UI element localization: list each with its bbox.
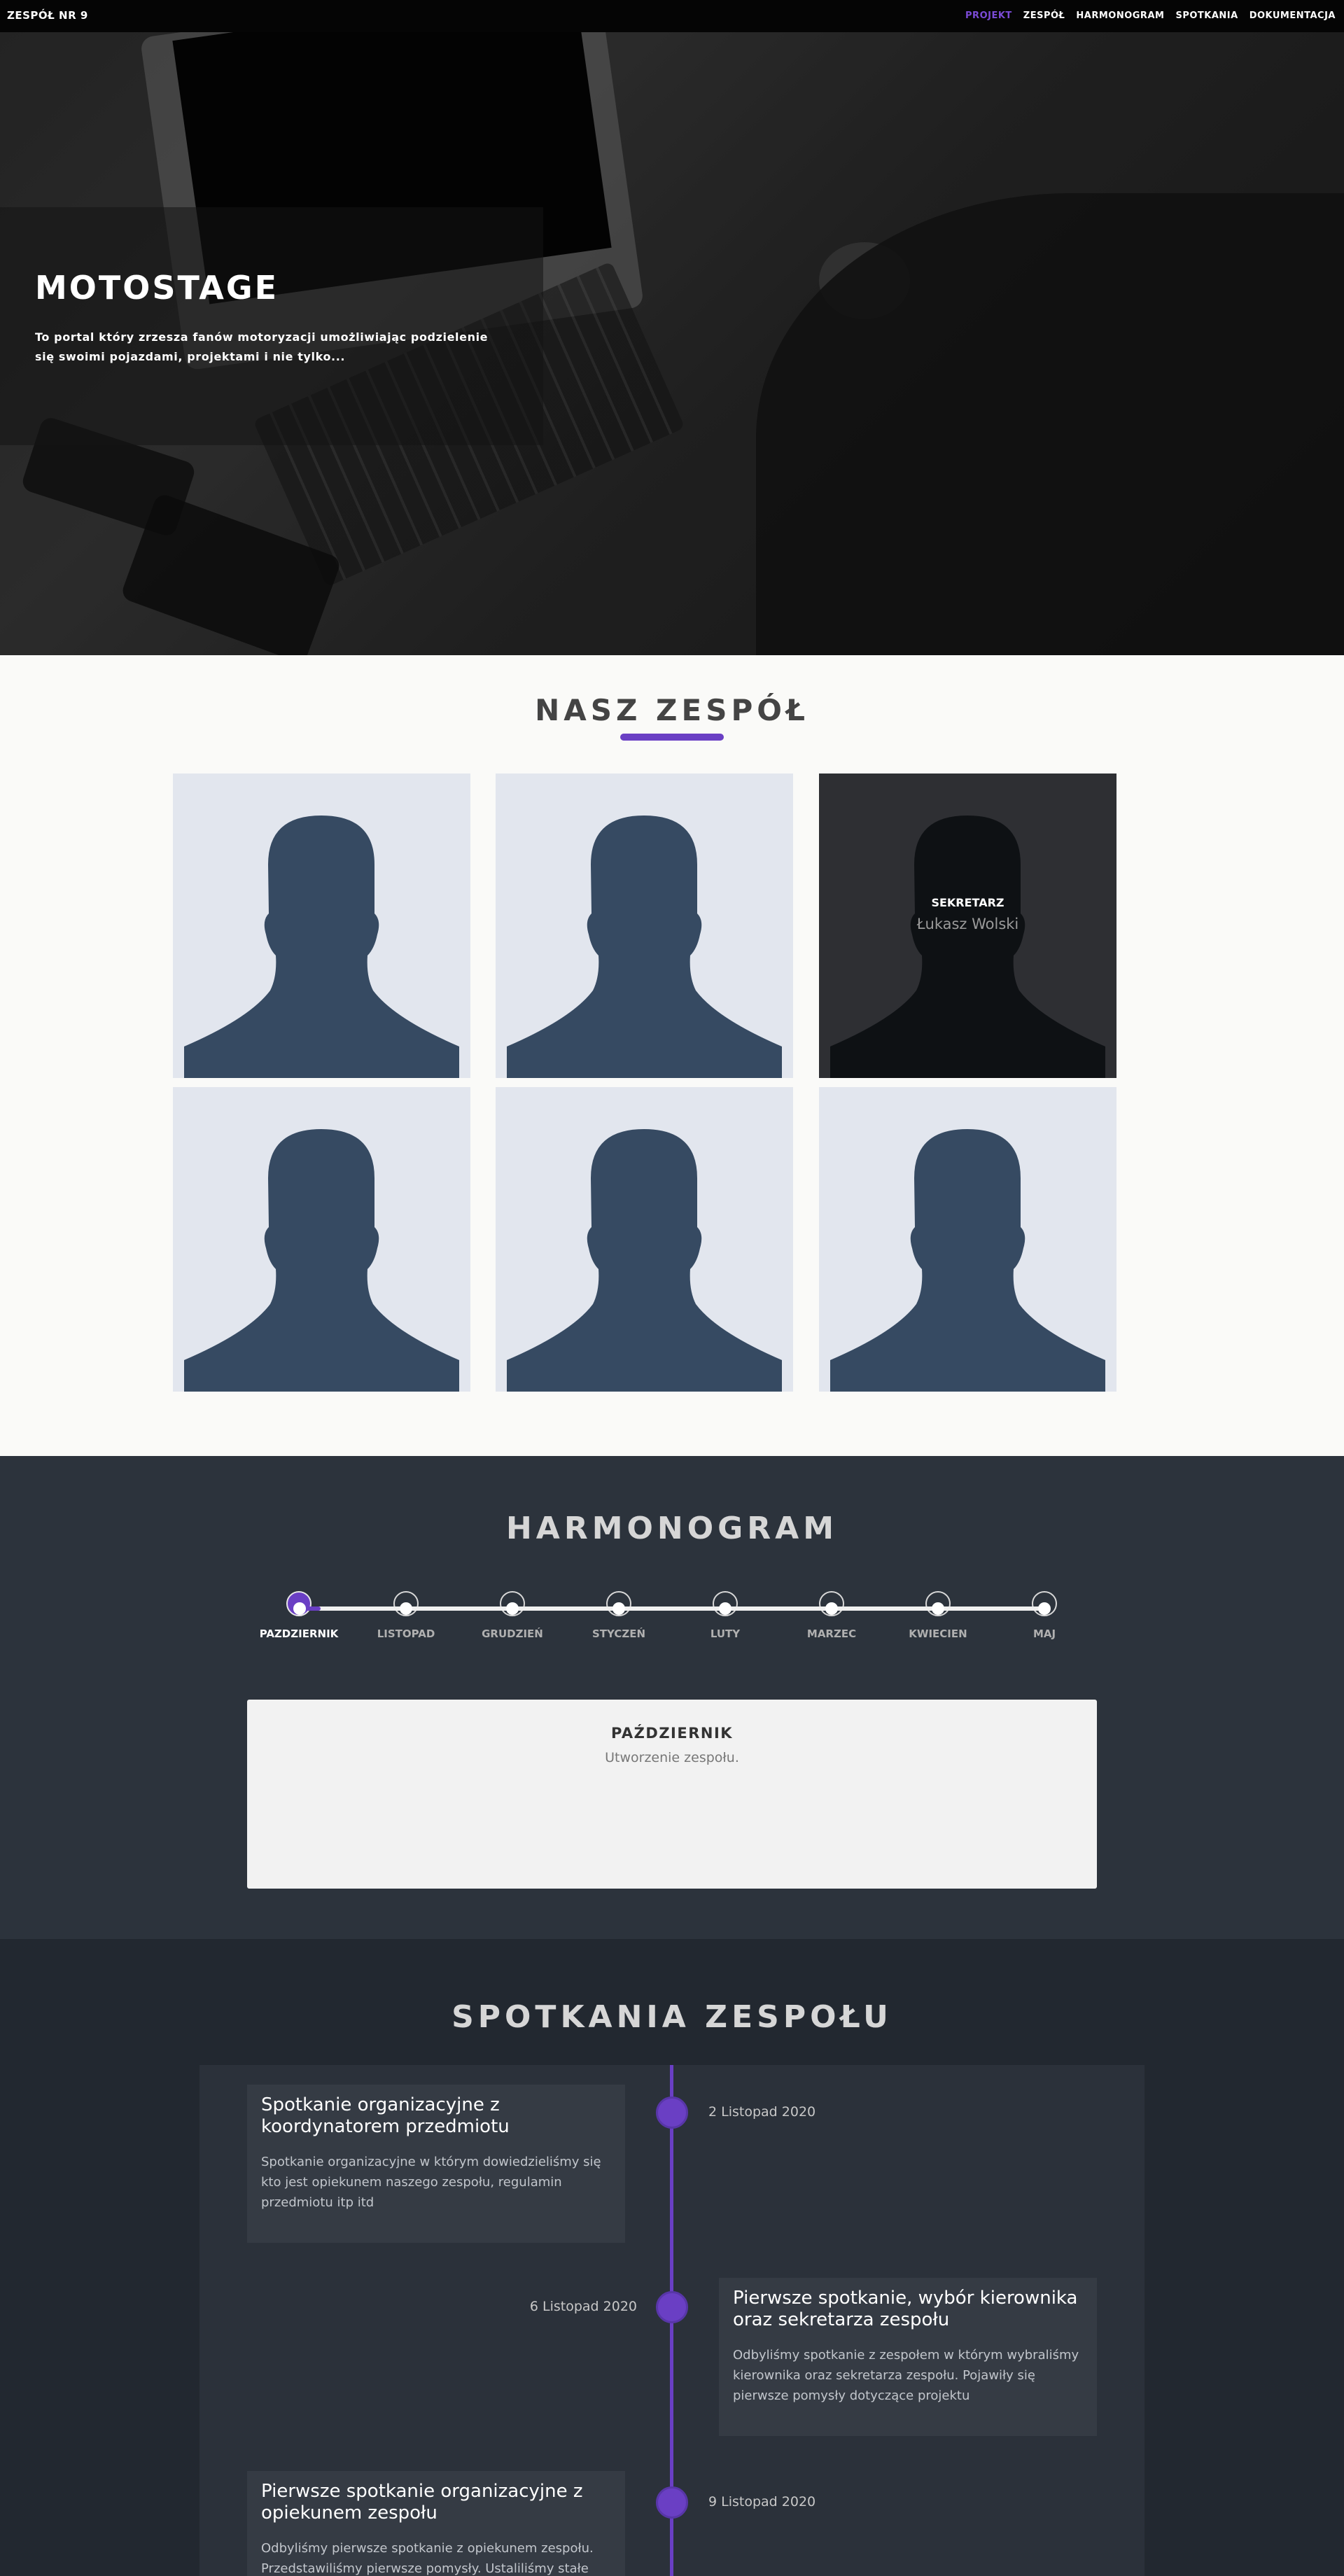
- top-navbar: ZESPÓŁ NR 9 PROJEKT ZESPÓŁ HARMONOGRAM S…: [0, 0, 1344, 32]
- meeting-title: Pierwsze spotkanie, wybór kierownika ora…: [733, 2288, 1078, 2330]
- meeting-date: 2 Listopad 2020: [708, 2104, 816, 2120]
- month-tab[interactable]: PAZDZIERNIK: [243, 1591, 355, 1640]
- nav-item-projekt[interactable]: PROJEKT: [965, 10, 1012, 21]
- month-label: KWIECIEN: [909, 1628, 967, 1640]
- nav-item-harmonogram[interactable]: HARMONOGRAM: [1076, 10, 1164, 21]
- hero-subtitle: To portal który zrzesza fanów motoryzacj…: [35, 330, 489, 363]
- nav-item-spotkania[interactable]: SPOTKANIA: [1175, 10, 1238, 21]
- month-detail-panel: PAŹDZIERNIK Utworzenie zespołu.: [247, 1700, 1097, 1889]
- person-silhouette-icon: [184, 1129, 459, 1392]
- timeline-dot[interactable]: [719, 1602, 732, 1615]
- timeline-dot[interactable]: [506, 1602, 519, 1615]
- team-member-card[interactable]: [496, 774, 793, 1078]
- member-name: Łukasz Wolski: [916, 916, 1019, 932]
- meeting-title: Spotkanie organizacyjne z koordynatorem …: [261, 2094, 510, 2137]
- meeting-text: Spotkanie organizacyjne w którym dowiedz…: [261, 2155, 601, 2210]
- meeting-card: Spotkanie organizacyjne z koordynatorem …: [247, 2085, 625, 2243]
- panel-text: Utworzenie zespołu.: [605, 1750, 739, 1765]
- person-silhouette-icon: [507, 816, 782, 1078]
- month-tab[interactable]: LISTOPAD: [350, 1591, 462, 1640]
- panel-title: PAŹDZIERNIK: [610, 1725, 734, 1742]
- meeting-date: 9 Listopad 2020: [708, 2494, 816, 2510]
- person-silhouette-icon: [507, 1129, 782, 1392]
- month-tab[interactable]: STYCZEŃ: [563, 1591, 675, 1640]
- timeline-node: [656, 2291, 688, 2323]
- hero-title: MOTOSTAGE: [35, 269, 279, 307]
- meeting-card: Pierwsze spotkanie organizacyjne z opiek…: [247, 2471, 625, 2576]
- meeting-text: Odbyliśmy spotkanie z zespołem w którym …: [733, 2348, 1079, 2403]
- team-member-card-hover[interactable]: SEKRETARZ Łukasz Wolski: [819, 774, 1116, 1078]
- brand-logo[interactable]: ZESPÓŁ NR 9: [7, 9, 88, 22]
- month-tab[interactable]: GRUDZIEŃ: [456, 1591, 568, 1640]
- team-member-card[interactable]: [819, 1087, 1116, 1392]
- team-member-card[interactable]: [496, 1087, 793, 1392]
- person-silhouette-icon: [830, 1129, 1105, 1392]
- nav-menu: PROJEKT ZESPÓŁ HARMONOGRAM SPOTKANIA DOK…: [965, 10, 1336, 21]
- meeting-date: 6 Listopad 2020: [529, 2299, 637, 2314]
- person-silhouette-icon: [184, 816, 459, 1078]
- timeline-node: [656, 2486, 688, 2519]
- month-tab[interactable]: KWIECIEN: [882, 1591, 994, 1640]
- month-tab[interactable]: LUTY: [669, 1591, 781, 1640]
- month-label: MARZEC: [806, 1628, 857, 1640]
- meeting-title: Pierwsze spotkanie organizacyjne z opiek…: [261, 2481, 583, 2524]
- timeline-dot[interactable]: [932, 1602, 944, 1615]
- timeline-dot[interactable]: [612, 1602, 625, 1615]
- hero-text-box: MOTOSTAGE To portal który zrzesza fanów …: [0, 207, 543, 445]
- team-member-card[interactable]: [173, 1087, 470, 1392]
- team-title: NASZ ZESPÓŁ: [535, 693, 809, 727]
- month-tab[interactable]: MAJ: [988, 1591, 1100, 1640]
- month-label: MAJ: [1032, 1628, 1056, 1640]
- month-label: GRUDZIEŃ: [482, 1628, 543, 1640]
- timeline-node: [656, 2096, 688, 2129]
- harmonogram-title: HARMONOGRAM: [505, 1511, 838, 1546]
- hero-section: MOTOSTAGE To portal który zrzesza fanów …: [0, 32, 1344, 655]
- title-underline: [620, 734, 724, 741]
- timeline-dot[interactable]: [1038, 1602, 1051, 1615]
- meeting-text: Odbyliśmy pierwsze spotkanie z opiekunem…: [261, 2541, 594, 2576]
- team-member-card[interactable]: [173, 774, 470, 1078]
- month-label: PAZDZIERNIK: [259, 1628, 339, 1640]
- timeline-dot[interactable]: [825, 1602, 838, 1615]
- member-role: SEKRETARZ: [931, 896, 1004, 909]
- meetings-section: SPOTKANIA ZESPOŁU Spotkanie organizacyjn…: [0, 1939, 1344, 2576]
- meeting-card: Pierwsze spotkanie, wybór kierownika ora…: [719, 2278, 1097, 2436]
- month-label: LUTY: [710, 1628, 741, 1640]
- nav-item-zespol[interactable]: ZESPÓŁ: [1023, 10, 1065, 21]
- team-section: NASZ ZESPÓŁ SEKRETARZ Łukasz Wolski: [0, 655, 1344, 1456]
- timeline-dot[interactable]: [293, 1602, 306, 1615]
- meetings-title: SPOTKANIA ZESPOŁU: [451, 1999, 892, 2035]
- month-tab[interactable]: MARZEC: [776, 1591, 888, 1640]
- month-label: STYCZEŃ: [592, 1628, 646, 1640]
- person-silhouette-icon: [830, 816, 1105, 1078]
- month-label: LISTOPAD: [377, 1628, 435, 1640]
- nav-item-dokumentacja[interactable]: DOKUMENTACJA: [1250, 10, 1336, 21]
- timeline-dot[interactable]: [400, 1602, 412, 1615]
